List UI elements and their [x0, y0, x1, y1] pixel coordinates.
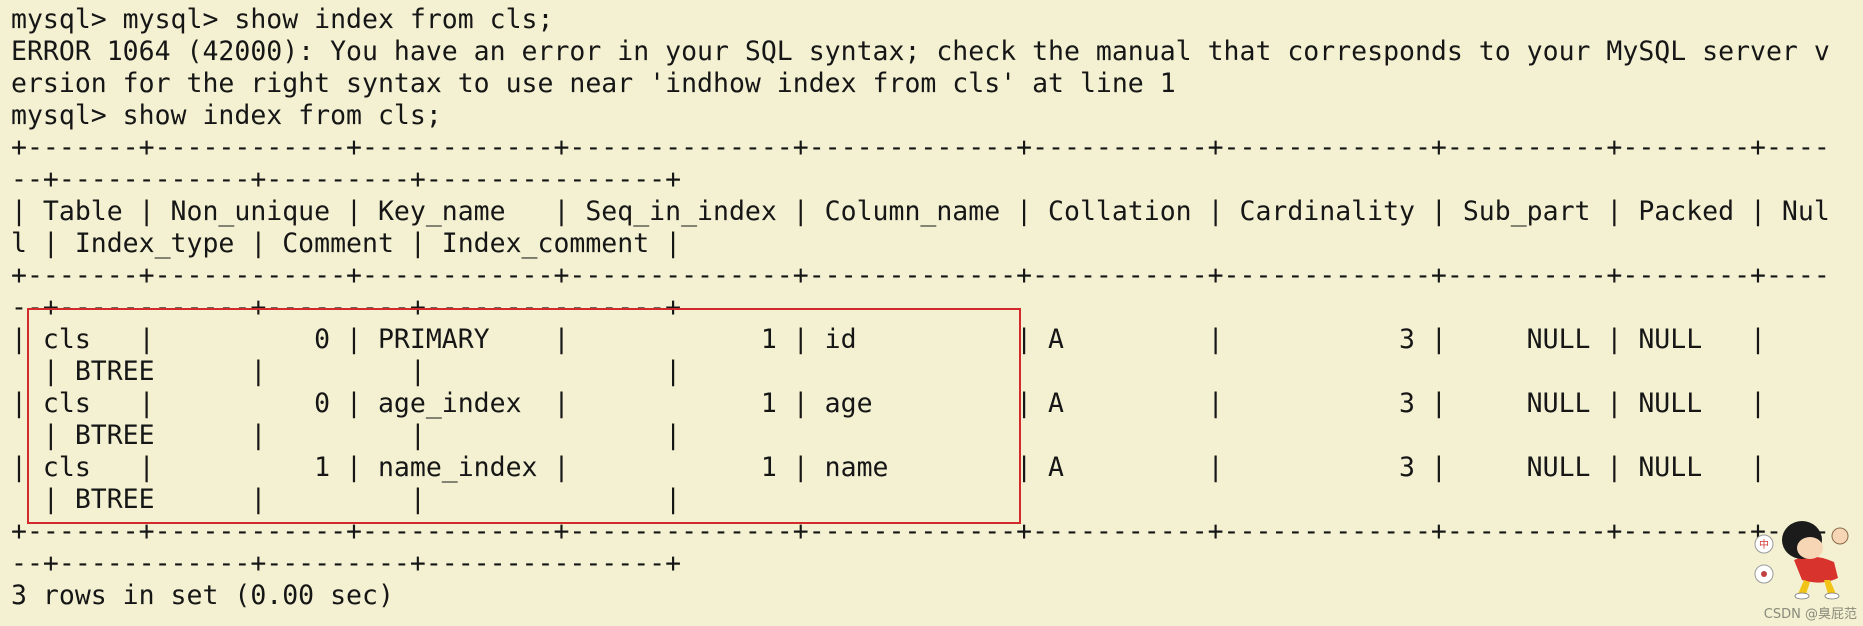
table-row: | cls | 0 | PRIMARY | 1 | id | A | 3 | N… [11, 324, 1766, 355]
table-border-line: --+------------+---------+--------------… [11, 164, 682, 195]
terminal-output[interactable]: mysql> mysql> show index from cls; ERROR … [11, 4, 1830, 612]
terminal-line: mysql> mysql> show index from cls; [11, 4, 554, 35]
table-border-line: --+------------+---------+--------------… [11, 292, 682, 323]
table-border-line: +-------+------------+------------+-----… [11, 516, 1830, 547]
table-row: | BTREE | | | [11, 420, 682, 451]
result-summary-line: 3 rows in set (0.00 sec) [11, 580, 394, 611]
table-border-line: +-------+------------+------------+-----… [11, 260, 1830, 291]
crayon-shin-chan-sticker-icon: 中 [1754, 521, 1849, 600]
terminal-line: mysql> show index from cls; [11, 100, 442, 131]
table-border-line: +-------+------------+------------+-----… [11, 132, 1830, 163]
table-header-line: l | Index_type | Comment | Index_comment… [11, 228, 682, 259]
watermark-text: CSDN @臭屁范 [1763, 607, 1857, 622]
terminal-line: ersion for the right syntax to use near … [11, 68, 1176, 99]
terminal-line: ERROR 1064 (42000): You have an error in… [11, 36, 1830, 67]
terminal-window[interactable]: mysql> mysql> show index from cls; ERROR … [0, 0, 1863, 626]
table-border-line: --+------------+---------+--------------… [11, 548, 682, 579]
table-row: | cls | 1 | name_index | 1 | name | A | … [11, 452, 1766, 483]
table-header-line: | Table | Non_unique | Key_name | Seq_in… [11, 196, 1830, 227]
table-row: | BTREE | | | [11, 356, 682, 387]
svg-text:中: 中 [1759, 538, 1769, 551]
table-row: | cls | 0 | age_index | 1 | age | A | 3 … [11, 388, 1766, 419]
table-row: | BTREE | | | [11, 484, 682, 515]
